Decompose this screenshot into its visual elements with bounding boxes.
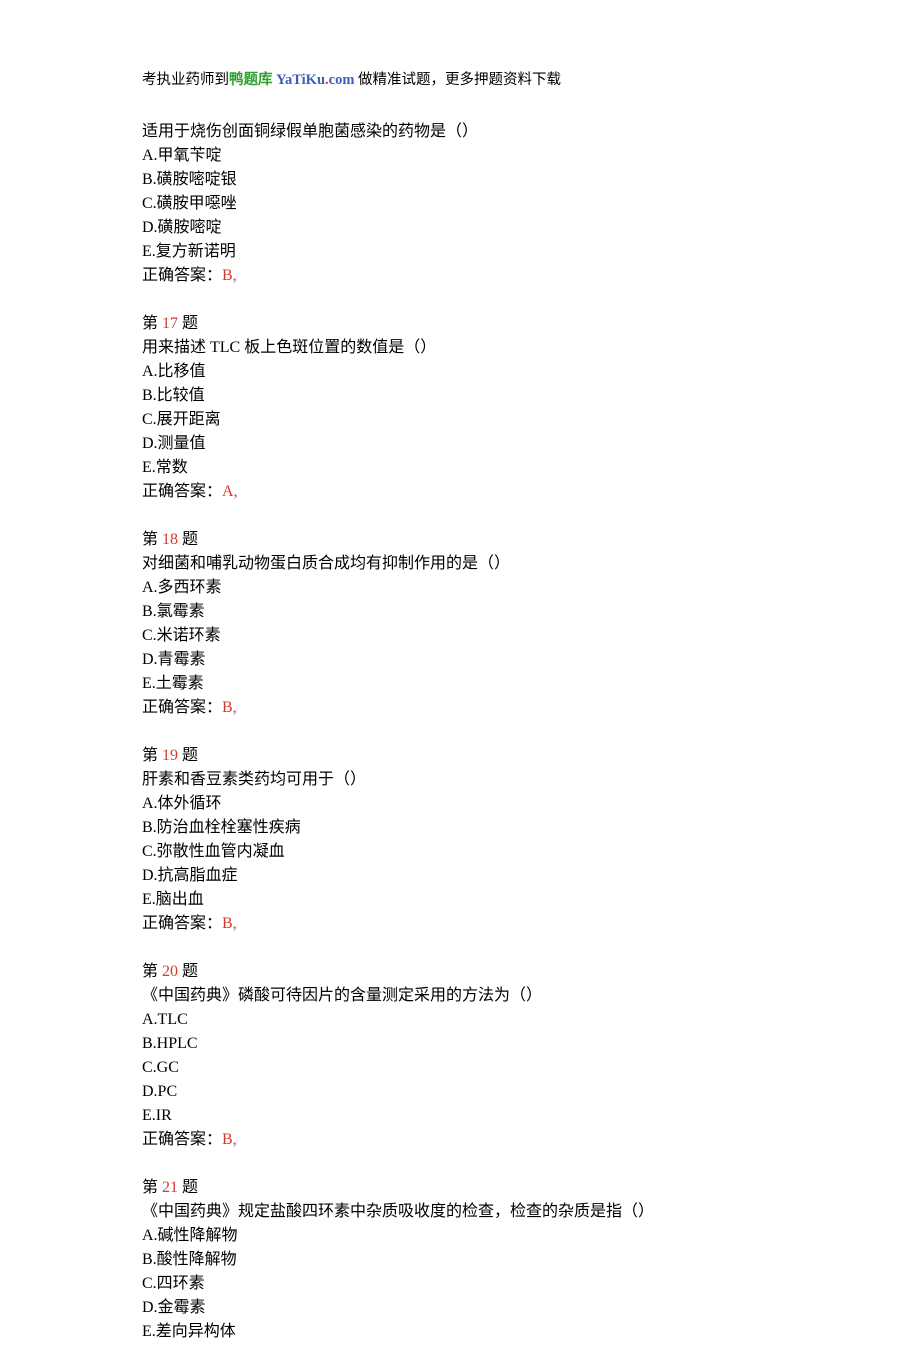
question-title: 第 21 题 — [142, 1176, 920, 1200]
question-prefix: 第 — [142, 1179, 162, 1196]
option-a: A.比移值 — [142, 360, 920, 384]
header-brand: 鸭题库 — [229, 72, 273, 88]
question-suffix: 题 — [178, 531, 198, 548]
option-e: E.IR — [142, 1104, 920, 1128]
option-c: C.米诺环素 — [142, 624, 920, 648]
answer-value: B, — [222, 267, 237, 284]
option-e: E.土霉素 — [142, 672, 920, 696]
option-a: A.碱性降解物 — [142, 1224, 920, 1248]
option-b: B.防治血栓栓塞性疾病 — [142, 816, 920, 840]
question-stem: 适用于烧伤创面铜绿假单胞菌感染的药物是（） — [142, 120, 920, 144]
question-prefix: 第 — [142, 315, 162, 332]
option-c: C.磺胺甲噁唑 — [142, 192, 920, 216]
answer-value: B, — [222, 1131, 237, 1148]
question-number: 20 — [162, 963, 178, 980]
answer-value: B, — [222, 699, 237, 716]
option-b: B.氯霉素 — [142, 600, 920, 624]
question-number: 21 — [162, 1179, 178, 1196]
question-prefix: 第 — [142, 531, 162, 548]
option-b: B.酸性降解物 — [142, 1248, 920, 1272]
answer-label: 正确答案： — [142, 699, 222, 716]
question-stem: 用来描述 TLC 板上色斑位置的数值是（） — [142, 336, 920, 360]
question-stem: 对细菌和哺乳动物蛋白质合成均有抑制作用的是（） — [142, 552, 920, 576]
question-21: 第 21 题 《中国药典》规定盐酸四环素中杂质吸收度的检查，检查的杂质是指（） … — [142, 1176, 920, 1344]
question-suffix: 题 — [178, 315, 198, 332]
answer-line: 正确答案：B, — [142, 696, 920, 720]
answer-label: 正确答案： — [142, 267, 222, 284]
header-prefix: 考执业药师到 — [142, 72, 229, 88]
answer-label: 正确答案： — [142, 1131, 222, 1148]
question-prefix: 第 — [142, 963, 162, 980]
option-c: C.弥散性血管内凝血 — [142, 840, 920, 864]
option-b: B.HPLC — [142, 1032, 920, 1056]
option-a: A.甲氧苄啶 — [142, 144, 920, 168]
option-d: D.测量值 — [142, 432, 920, 456]
option-d: D.青霉素 — [142, 648, 920, 672]
option-b: B.比较值 — [142, 384, 920, 408]
option-a: A.体外循环 — [142, 792, 920, 816]
answer-value: B, — [222, 915, 237, 932]
option-a: A.多西环素 — [142, 576, 920, 600]
answer-label: 正确答案： — [142, 483, 222, 500]
question-number: 19 — [162, 747, 178, 764]
question-16: 适用于烧伤创面铜绿假单胞菌感染的药物是（） A.甲氧苄啶 B.磺胺嘧啶银 C.磺… — [142, 120, 920, 288]
answer-line: 正确答案：B, — [142, 1128, 920, 1152]
question-stem: 《中国药典》规定盐酸四环素中杂质吸收度的检查，检查的杂质是指（） — [142, 1200, 920, 1224]
answer-line: 正确答案：B, — [142, 264, 920, 288]
question-suffix: 题 — [178, 1179, 198, 1196]
option-b: B.磺胺嘧啶银 — [142, 168, 920, 192]
question-18: 第 18 题 对细菌和哺乳动物蛋白质合成均有抑制作用的是（） A.多西环素 B.… — [142, 528, 920, 720]
question-title: 第 20 题 — [142, 960, 920, 984]
option-e: E.复方新诺明 — [142, 240, 920, 264]
question-19: 第 19 题 肝素和香豆素类药均可用于（） A.体外循环 B.防治血栓栓塞性疾病… — [142, 744, 920, 936]
question-title: 第 18 题 — [142, 528, 920, 552]
header-suffix: 做精准试题，更多押题资料下载 — [354, 72, 561, 88]
answer-line: 正确答案：B, — [142, 912, 920, 936]
question-prefix: 第 — [142, 747, 162, 764]
question-number: 17 — [162, 315, 178, 332]
question-stem: 《中国药典》磷酸可待因片的含量测定采用的方法为（） — [142, 984, 920, 1008]
option-c: C.GC — [142, 1056, 920, 1080]
question-suffix: 题 — [178, 963, 198, 980]
answer-line: 正确答案：A, — [142, 480, 920, 504]
option-e: E.脑出血 — [142, 888, 920, 912]
option-e: E.差向异构体 — [142, 1320, 920, 1344]
question-suffix: 题 — [178, 747, 198, 764]
answer-label: 正确答案： — [142, 915, 222, 932]
option-a: A.TLC — [142, 1008, 920, 1032]
option-c: C.展开距离 — [142, 408, 920, 432]
option-c: C.四环素 — [142, 1272, 920, 1296]
option-e: E.常数 — [142, 456, 920, 480]
page-header: 考执业药师到鸭题库 YaTiKu.com 做精准试题，更多押题资料下载 — [142, 70, 920, 92]
question-17: 第 17 题 用来描述 TLC 板上色斑位置的数值是（） A.比移值 B.比较值… — [142, 312, 920, 504]
domain-part1: YaTiKu — [276, 72, 325, 88]
header-domain: YaTiKu.com — [276, 72, 354, 88]
option-d: D.PC — [142, 1080, 920, 1104]
question-title: 第 19 题 — [142, 744, 920, 768]
question-20: 第 20 题 《中国药典》磷酸可待因片的含量测定采用的方法为（） A.TLC B… — [142, 960, 920, 1152]
option-d: D.抗高脂血症 — [142, 864, 920, 888]
domain-part2: com — [329, 72, 355, 88]
option-d: D.磺胺嘧啶 — [142, 216, 920, 240]
option-d: D.金霉素 — [142, 1296, 920, 1320]
question-stem: 肝素和香豆素类药均可用于（） — [142, 768, 920, 792]
answer-value: A, — [222, 483, 238, 500]
question-number: 18 — [162, 531, 178, 548]
question-title: 第 17 题 — [142, 312, 920, 336]
